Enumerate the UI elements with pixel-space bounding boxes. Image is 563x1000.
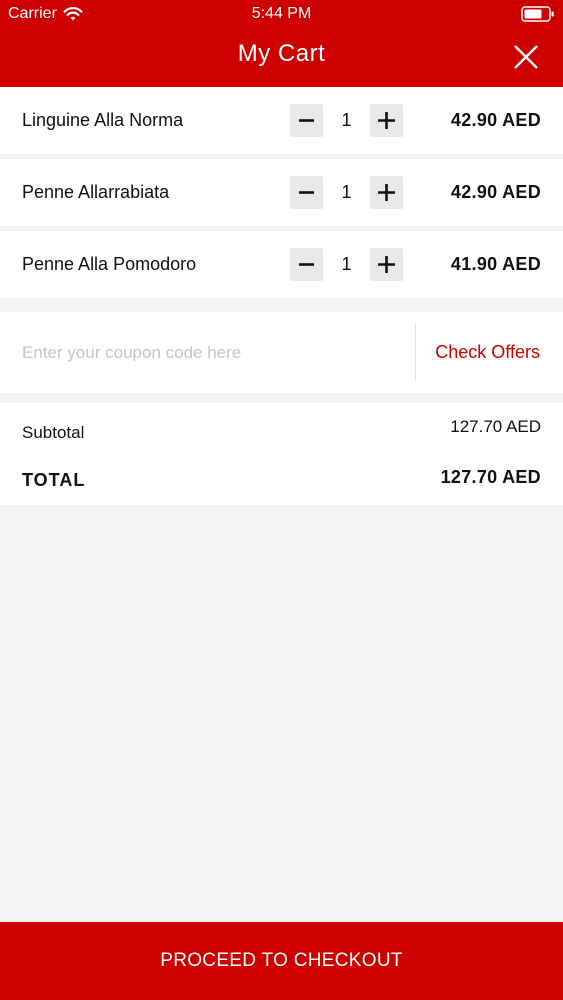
order-summary: Subtotal 127.70 AED TOTAL 127.70 AED <box>0 403 563 505</box>
plus-icon <box>378 112 395 129</box>
subtotal-label: Subtotal <box>22 423 85 442</box>
item-name: Penne Alla Pomodoro <box>22 254 197 274</box>
check-offers-button[interactable]: Check Offers <box>435 312 540 393</box>
decrease-quantity-button[interactable] <box>290 248 323 281</box>
item-name: Penne Allarrabiata <box>22 182 170 202</box>
minus-icon <box>299 119 314 122</box>
plus-icon <box>378 256 395 273</box>
page-title: My Cart <box>237 40 326 67</box>
increase-quantity-button[interactable] <box>370 104 403 137</box>
quantity-value: 1 <box>341 110 352 130</box>
item-price: 41.90 AED <box>450 254 541 274</box>
app-header: Carrier 5:44 PM My Cart <box>0 0 563 87</box>
cart-item-row: Penne Allarrabiata 1 42.90 AED <box>0 159 563 226</box>
battery-icon <box>521 6 554 22</box>
increase-quantity-button[interactable] <box>370 176 403 209</box>
coupon-section: Check Offers <box>0 312 563 393</box>
decrease-quantity-button[interactable] <box>290 176 323 209</box>
cart-item-row: Linguine Alla Norma 1 42.90 AED <box>0 87 563 154</box>
subtotal-value: 127.70 AED <box>450 417 541 436</box>
item-price: 42.90 AED <box>450 182 541 202</box>
quantity-value: 1 <box>341 182 352 202</box>
coupon-divider <box>415 324 416 381</box>
minus-icon <box>299 191 314 194</box>
cart-item-row: Penne Alla Pomodoro 1 41.90 AED <box>0 231 563 298</box>
increase-quantity-button[interactable] <box>370 248 403 281</box>
status-time: 5:44 PM <box>251 5 312 22</box>
quantity-value: 1 <box>341 254 352 274</box>
status-bar: Carrier 5:44 PM <box>0 0 563 30</box>
total-value: 127.70 AED <box>440 467 541 487</box>
coupon-code-input[interactable] <box>22 312 402 393</box>
minus-icon <box>299 263 314 266</box>
item-price: 42.90 AED <box>450 110 541 130</box>
total-label: TOTAL <box>22 470 86 490</box>
plus-icon <box>378 184 395 201</box>
close-icon[interactable] <box>513 44 539 70</box>
item-name: Linguine Alla Norma <box>22 110 184 130</box>
proceed-to-checkout-button[interactable]: PROCEED TO CHECKOUT <box>0 922 563 1000</box>
decrease-quantity-button[interactable] <box>290 104 323 137</box>
